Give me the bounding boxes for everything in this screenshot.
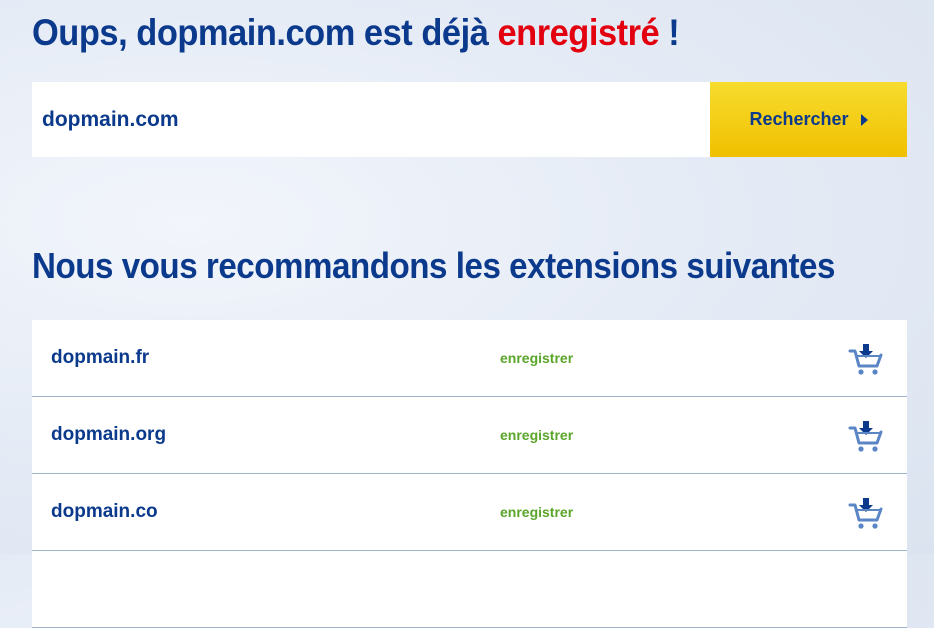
suggested-domain: dopmain.fr bbox=[51, 347, 150, 368]
suggested-domain: dopmain.org bbox=[51, 424, 167, 445]
register-link[interactable]: enregistrer bbox=[500, 474, 573, 550]
title-suffix: ! bbox=[659, 12, 680, 53]
list-item: dopmain.co enregistrer bbox=[32, 474, 907, 551]
domain-suggestion-list: dopmain.fr enregistrer dopmain.org enreg… bbox=[32, 320, 907, 628]
recommendations-heading: Nous vous recommandons les extensions su… bbox=[32, 245, 835, 286]
page-title: Oups, dopmain.com est déjà enregistré ! bbox=[32, 12, 680, 54]
domain-search-input[interactable] bbox=[32, 82, 710, 157]
list-item-partial bbox=[32, 551, 907, 628]
register-link[interactable]: enregistrer bbox=[500, 320, 573, 396]
title-text: Oups, dopmain.com est déjà bbox=[32, 12, 489, 53]
add-to-cart-icon[interactable] bbox=[848, 342, 884, 376]
add-to-cart-icon[interactable] bbox=[848, 419, 884, 453]
domain-search-bar: Rechercher bbox=[32, 82, 907, 157]
search-button[interactable]: Rechercher bbox=[710, 82, 907, 157]
list-item: dopmain.fr enregistrer bbox=[32, 320, 907, 397]
add-to-cart-icon[interactable] bbox=[848, 496, 884, 530]
suggested-domain: dopmain.co bbox=[51, 501, 158, 522]
search-button-label: Rechercher bbox=[749, 109, 849, 129]
register-link[interactable]: enregistrer bbox=[500, 397, 573, 473]
title-highlight: enregistré bbox=[497, 12, 660, 53]
chevron-right-icon bbox=[860, 113, 868, 126]
list-item: dopmain.org enregistrer bbox=[32, 397, 907, 474]
